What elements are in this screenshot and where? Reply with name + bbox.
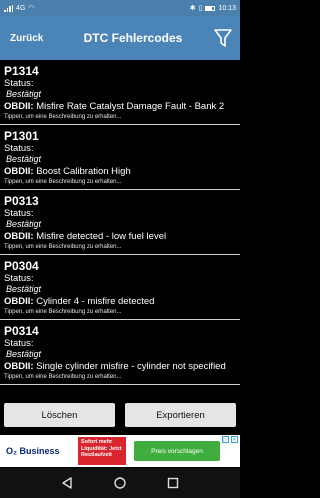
- dtc-description-row: OBDII: Misfire detected - low fuel level: [4, 230, 236, 243]
- delete-button[interactable]: Löschen: [4, 403, 115, 427]
- status-bar: 4G ◠ ✱ ▯ 10:13: [0, 0, 240, 16]
- dtc-hint: Tippen, um eine Beschreibung zu erhalten…: [4, 374, 122, 380]
- ad-choices-icon[interactable]: ▷: [222, 436, 229, 443]
- dtc-code: P1314: [4, 64, 39, 78]
- dtc-description: Cylinder 4 - misfire detected: [36, 296, 155, 307]
- filter-button[interactable]: [206, 28, 240, 48]
- home-circle-icon[interactable]: [113, 476, 127, 490]
- ad-cta-button[interactable]: Preis vorschlagen: [134, 441, 220, 461]
- dtc-list: P1314 Status: Bestätigt OBDII: Misfire R…: [0, 60, 240, 397]
- dtc-status-label: Status:: [4, 143, 34, 154]
- status-left: 4G ◠: [4, 4, 34, 12]
- clock: 10:13: [218, 4, 236, 12]
- system-nav-bar: [0, 468, 240, 498]
- dtc-status-label: Status:: [4, 273, 34, 284]
- dtc-item[interactable]: P0314 Status: Bestätigt OBDII: Single cy…: [0, 320, 240, 385]
- dtc-status-label: Status:: [4, 208, 34, 219]
- dtc-description: Misfire detected - low fuel level: [36, 231, 167, 242]
- dtc-status-value: Bestätigt: [6, 154, 42, 164]
- dtc-item[interactable]: P0304 Status: Bestätigt OBDII: Cylinder …: [0, 255, 240, 320]
- dtc-code: P0314: [4, 324, 39, 338]
- dtc-status-value: Bestätigt: [6, 349, 42, 359]
- dtc-prefix: OBDII:: [4, 361, 34, 372]
- dtc-hint: Tippen, um eine Beschreibung zu erhalten…: [4, 309, 122, 315]
- ad-brand: O₂ Business: [6, 446, 60, 456]
- dtc-prefix: OBDII:: [4, 166, 34, 177]
- dtc-description-row: OBDII: Boost Calibration High: [4, 165, 236, 178]
- app-bar: Zurück DTC Fehlercodes: [0, 16, 240, 60]
- filter-icon: [214, 29, 232, 47]
- dtc-prefix: OBDII:: [4, 231, 34, 242]
- network-type: 4G: [16, 4, 26, 12]
- dtc-status-label: Status:: [4, 78, 34, 89]
- dtc-description: Single cylinder misfire - cylinder not s…: [36, 361, 226, 372]
- dtc-hint: Tippen, um eine Beschreibung zu erhalten…: [4, 179, 122, 185]
- dtc-status-label: Status:: [4, 338, 34, 349]
- ad-banner[interactable]: O₂ Business Sofort mehr Liquidität: Jetz…: [0, 435, 240, 467]
- back-button[interactable]: Zurück: [0, 33, 60, 44]
- battery-icon: [205, 5, 216, 11]
- dtc-prefix: OBDII:: [4, 296, 34, 307]
- action-buttons: Löschen Exportieren: [0, 400, 240, 428]
- dtc-prefix: OBDII:: [4, 101, 34, 112]
- dtc-description: Misfire Rate Catalyst Damage Fault - Ban…: [36, 101, 225, 112]
- ad-info: ▷ ✕: [222, 436, 238, 443]
- back-triangle-icon[interactable]: [60, 476, 74, 490]
- dtc-code: P0304: [4, 259, 39, 273]
- ad-close-icon[interactable]: ✕: [231, 436, 238, 443]
- wifi-icon: ◠: [28, 5, 35, 12]
- dtc-item[interactable]: P0313 Status: Bestätigt OBDII: Misfire d…: [0, 190, 240, 255]
- status-right: ✱ ▯ 10:13: [189, 4, 236, 13]
- dtc-description: Boost Calibration High: [36, 166, 131, 177]
- signal-icon: [4, 4, 13, 12]
- dtc-description-row: OBDII: Cylinder 4 - misfire detected: [4, 295, 236, 308]
- dtc-status-value: Bestätigt: [6, 219, 42, 229]
- dtc-status-value: Bestätigt: [6, 89, 42, 99]
- dtc-code: P0313: [4, 194, 39, 208]
- dtc-hint: Tippen, um eine Beschreibung zu erhalten…: [4, 244, 122, 250]
- ad-offer: Sofort mehr Liquidität: Jetzt Restlaufze…: [78, 437, 126, 465]
- bluetooth-icon: ✱: [189, 5, 196, 12]
- dtc-item[interactable]: P1314 Status: Bestätigt OBDII: Misfire R…: [0, 60, 240, 125]
- vibrate-icon: ▯: [198, 5, 203, 12]
- dtc-status-value: Bestätigt: [6, 284, 42, 294]
- export-button[interactable]: Exportieren: [125, 403, 236, 427]
- dtc-code: P1301: [4, 129, 39, 143]
- dtc-description-row: OBDII: Misfire Rate Catalyst Damage Faul…: [4, 100, 236, 113]
- page-title: DTC Fehlercodes: [83, 31, 183, 45]
- dtc-hint: Tippen, um eine Beschreibung zu erhalten…: [4, 114, 122, 120]
- dtc-description-row: OBDII: Single cylinder misfire - cylinde…: [4, 360, 236, 373]
- dtc-item[interactable]: P1301 Status: Bestätigt OBDII: Boost Cal…: [0, 125, 240, 190]
- recents-square-icon[interactable]: [166, 476, 180, 490]
